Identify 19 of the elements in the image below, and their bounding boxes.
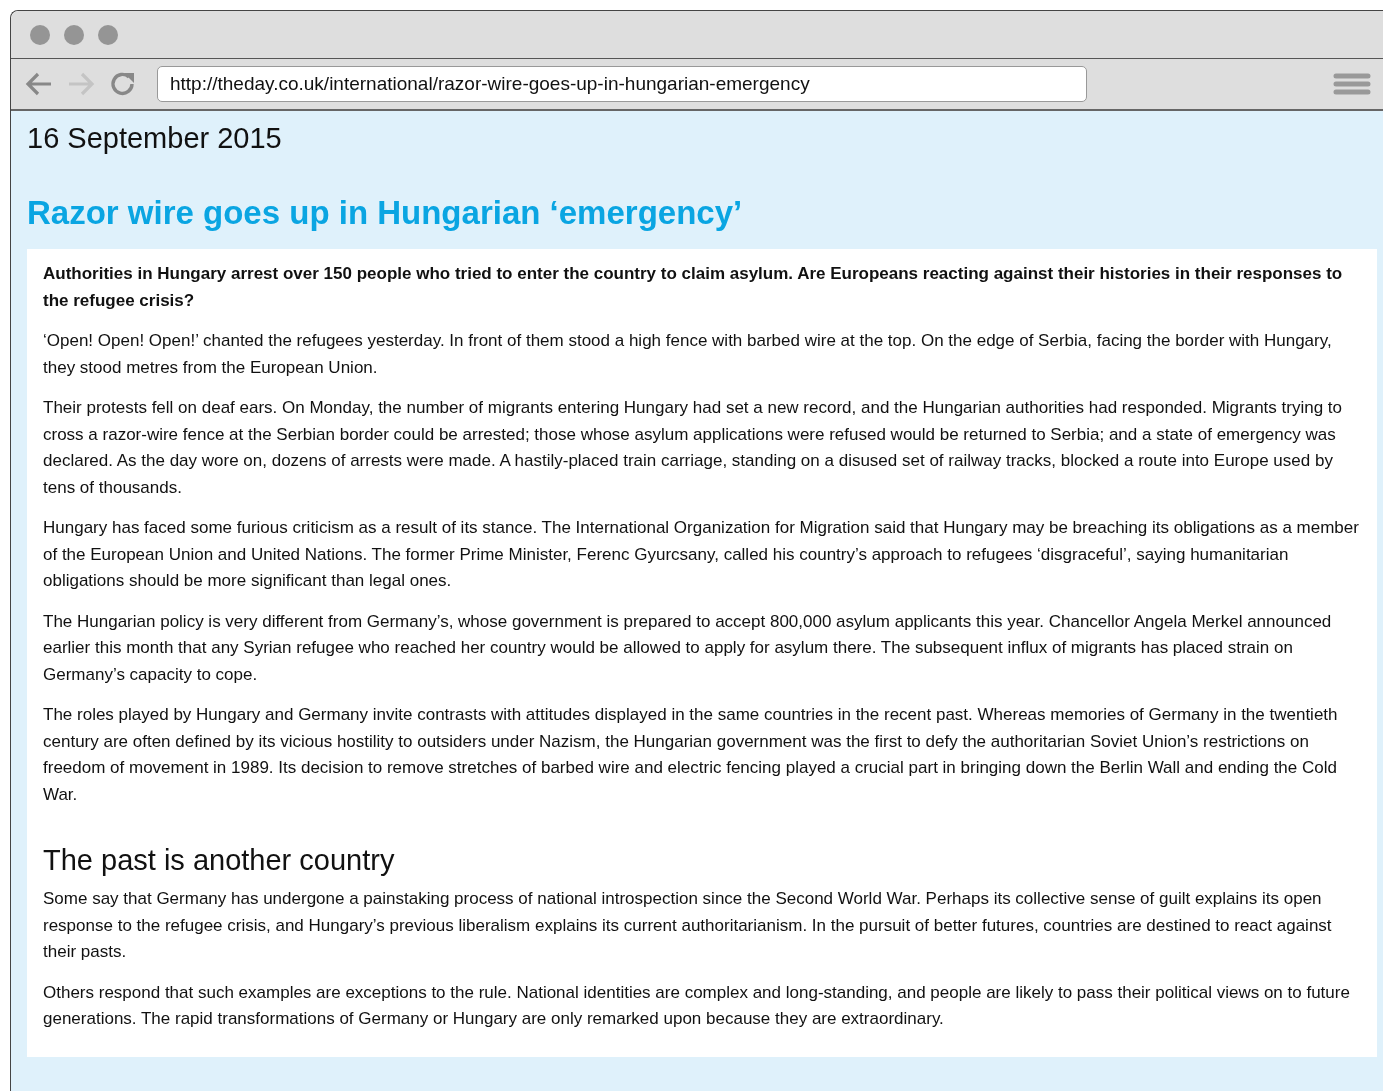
body-paragraph: ‘Open! Open! Open!’ chanted the refugees yesterday. In front of them stood a high fence with barbed wire at the top. On the edge of Serbia, facing the border with Hungary, they stood metres from the European Union. [43, 330, 1333, 379]
body-paragraph: Hungary has faced some furious criticism as a result of its stance. The International Organization for Migration said that Hungary may be breaching its obligations as a member of the European Union and United Nations. The former Prime Minister, Ferenc Gyurcsany, called his country’s approach to refugees ‘disgraceful’, saying humanitarian obligations should be more significant than legal ones. [43, 517, 1360, 592]
forward-arrow-icon[interactable] [67, 71, 95, 97]
window-control-dot[interactable] [98, 24, 118, 45]
body-paragraph: Some say that Germany has undergone a painstaking process of national introspection since the Second World War. Perhaps its collective sense of guilt explains its open response to the refugee crisis, and Hungary’s previous liberalism explains its current authoritarianism. In the pursuit of better futures, countries are destined to react against their pasts. [43, 888, 1333, 963]
body-paragraph: Their protests fell on deaf ears. On Monday, the number of migrants entering Hungary had set a new record, and the Hungarian authorities had responded. Migrants trying to cross a razor-wire fence at the Serbian border could be arrested; those whose asylum applications were refused would be returned to Serbia; and a state of emergency was declared. As the day wore on, dozens of arrests were made. A hastily-placed train carriage, standing on a disused set of railway tracks, blocked a route into Europe used by tens of thousands. [43, 397, 1344, 499]
menu-icon[interactable] [1333, 73, 1371, 95]
reload-icon[interactable] [109, 70, 137, 98]
address-bar[interactable]: http://theday.co.uk/international/razor-wire-goes-up-in-hungarian-emergency [157, 66, 1087, 102]
body-paragraph: The roles played by Hungary and Germany invite contrasts with attitudes displayed in the same countries in the recent past. Whereas memories of Germany in the twentieth century are often defined by its vicious hostility to outsiders under Nazism, the Hungarian government was the first to defy the authoritarian Soviet Union’s restrictions on freedom of movement in 1989. Its decision to remove stretches of barbed wire and electric fencing played a crucial part in bringing down the Berlin Wall and ending the Cold War. [43, 704, 1339, 806]
article-date: 16 September 2015 [27, 121, 283, 156]
article-title: Razor wire goes up in Hungarian ‘emergency’ [27, 193, 744, 233]
body-paragraph: The Hungarian policy is very different from Germany’s, whose government is prepared to accept 800,000 asylum applicants this year. Chancellor Angela Merkel announced earlier this month that any Syrian refugee who reached her country would be allowed to apply for asylum there. The subsequent influx of migrants has placed strain on Germany’s capacity to cope. [43, 610, 1333, 686]
window-control-dot[interactable] [30, 24, 50, 45]
lead-paragraph: Authorities in Hungary arrest over 150 people who tried to enter the country to claim asylum. Are Europeans reacting against their histories in their responses to the refugee crisis? [43, 263, 1344, 312]
body-paragraph: Others respond that such examples are exceptions to the rule. National identities are complex and long-standing, and people are likely to pass their political views on to future generations. The rapid transformations of Germany or Hungary are only remarked upon because they are extraordinary. [43, 981, 1351, 1030]
back-arrow-icon[interactable] [25, 71, 53, 97]
window-control-dot[interactable] [64, 24, 84, 45]
section-heading: The past is another country [43, 843, 396, 878]
